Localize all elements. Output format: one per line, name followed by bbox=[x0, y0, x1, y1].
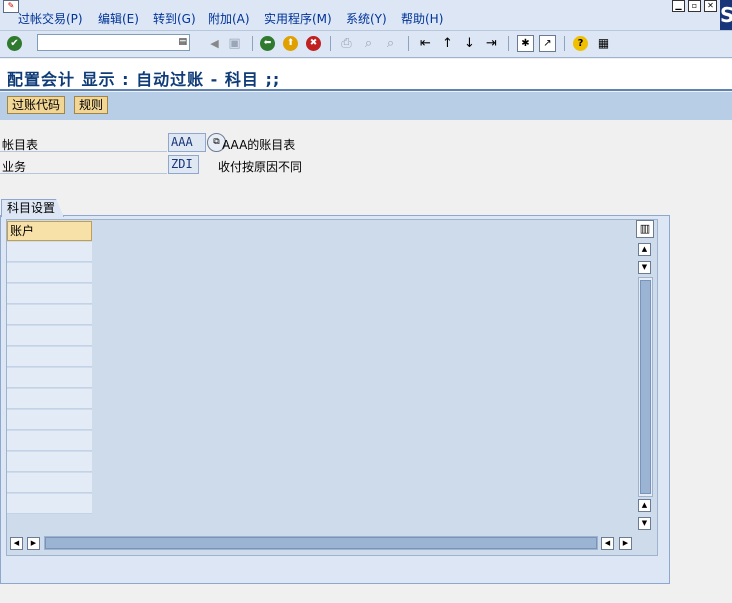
tab-account-settings[interactable]: 科目设置 bbox=[1, 199, 64, 217]
restore-button[interactable]: ▫ bbox=[688, 0, 701, 12]
toolbar-separator bbox=[252, 36, 253, 51]
posting-key-button[interactable]: 过账代码 bbox=[7, 96, 66, 114]
table-row[interactable] bbox=[7, 305, 92, 325]
page-title: 配置会计 显示 : 自动过账 - 科目 ;; bbox=[7, 70, 281, 89]
toolbar-separator bbox=[508, 36, 509, 51]
menu-goto[interactable]: 转到(G) bbox=[153, 10, 196, 27]
table-row[interactable] bbox=[7, 410, 92, 430]
expand-icon[interactable]: ◀ bbox=[206, 35, 223, 52]
page-down-icon[interactable]: ▼ bbox=[638, 261, 651, 274]
help-icon[interactable]: ? bbox=[573, 36, 588, 51]
next-page-icon[interactable]: ↓ bbox=[461, 35, 478, 52]
exit-icon[interactable]: ⬆ bbox=[283, 36, 298, 51]
table-row[interactable] bbox=[7, 452, 92, 472]
chart-of-accounts-field[interactable]: AAA bbox=[168, 133, 206, 152]
page-right-icon[interactable]: ▶ bbox=[619, 537, 632, 550]
toolbar-separator bbox=[330, 36, 331, 51]
table-row[interactable] bbox=[7, 494, 92, 514]
table-control bbox=[6, 219, 658, 556]
column-header-account[interactable]: 账户 bbox=[7, 221, 92, 241]
table-row[interactable] bbox=[7, 389, 92, 409]
scroll-down-icon[interactable]: ▼ bbox=[638, 517, 651, 530]
command-dropdown-icon[interactable]: ▤ bbox=[178, 37, 187, 47]
toolbar-separator bbox=[564, 36, 565, 51]
vertical-scroll-thumb[interactable] bbox=[640, 280, 651, 494]
table-row[interactable] bbox=[7, 368, 92, 388]
table-row[interactable] bbox=[7, 326, 92, 346]
minimize-button[interactable]: ▁ bbox=[672, 0, 685, 12]
print-icon[interactable]: ⎙ bbox=[338, 35, 355, 52]
transaction-description: 收付按原因不同 bbox=[218, 160, 303, 174]
first-page-icon[interactable]: ⇤ bbox=[417, 35, 434, 52]
transaction-field[interactable]: ZDI bbox=[168, 155, 199, 174]
last-page-icon[interactable]: ⇥ bbox=[483, 35, 500, 52]
system-menu-icon[interactable]: ✎ bbox=[3, 0, 19, 13]
horizontal-scroll-thumb[interactable] bbox=[45, 537, 597, 549]
shortcut-icon[interactable]: ↗ bbox=[539, 35, 556, 52]
table-row[interactable] bbox=[7, 431, 92, 451]
table-row[interactable] bbox=[7, 242, 92, 262]
chart-of-accounts-description: AAA的账目表 bbox=[222, 138, 296, 152]
title-bar: 配置会计 显示 : 自动过账 - 科目 ;; bbox=[0, 59, 732, 91]
menu-system[interactable]: 系统(Y) bbox=[346, 10, 387, 27]
save-icon[interactable]: ▣ bbox=[226, 35, 243, 52]
menu-utilities[interactable]: 实用程序(M) bbox=[264, 10, 332, 27]
enter-icon[interactable]: ✔ bbox=[7, 36, 22, 51]
scroll-left-icon[interactable]: ◀ bbox=[10, 537, 23, 550]
table-settings-icon[interactable]: ▥ bbox=[636, 220, 654, 238]
menu-edit[interactable]: 编辑(E) bbox=[98, 10, 139, 27]
menu-posting[interactable]: 过帐交易(P) bbox=[18, 10, 83, 27]
close-window-button[interactable]: ✕ bbox=[704, 0, 717, 12]
menu-help[interactable]: 帮助(H) bbox=[401, 10, 443, 27]
menu-extras[interactable]: 附加(A) bbox=[208, 10, 250, 27]
field-underline bbox=[0, 173, 167, 174]
previous-page-icon[interactable]: ↑ bbox=[439, 35, 456, 52]
scroll-up-icon[interactable]: ▲ bbox=[638, 243, 651, 256]
application-toolbar: 过账代码 规则 bbox=[0, 92, 732, 120]
find-next-icon[interactable]: ⌕ bbox=[382, 35, 399, 52]
sap-logo: S bbox=[720, 0, 732, 30]
layout-menu-icon[interactable]: ▦ bbox=[595, 35, 612, 52]
back-icon[interactable]: ⬅ bbox=[260, 36, 275, 51]
table-row[interactable] bbox=[7, 347, 92, 367]
page-up-icon[interactable]: ▲ bbox=[638, 499, 651, 512]
standard-toolbar: ✔ ▤ ◀ ▣ ⬅ ⬆ ✖ ⎙ ⌕ ⌕ ⇤ ↑ ↓ ⇥ ✱ ↗ ? ▦ bbox=[0, 31, 732, 58]
find-icon[interactable]: ⌕ bbox=[360, 35, 377, 52]
page-left-icon[interactable]: ◀ bbox=[601, 537, 614, 550]
cancel-icon[interactable]: ✖ bbox=[306, 36, 321, 51]
rules-button[interactable]: 规则 bbox=[74, 96, 109, 114]
new-session-icon[interactable]: ✱ bbox=[517, 35, 534, 52]
scroll-right-icon[interactable]: ▶ bbox=[27, 537, 40, 550]
table-row[interactable] bbox=[7, 263, 92, 283]
table-row[interactable] bbox=[7, 473, 92, 493]
field-underline bbox=[0, 151, 167, 152]
toolbar-separator bbox=[408, 36, 409, 51]
command-field[interactable]: ▤ bbox=[37, 34, 190, 51]
table-row[interactable] bbox=[7, 284, 92, 304]
